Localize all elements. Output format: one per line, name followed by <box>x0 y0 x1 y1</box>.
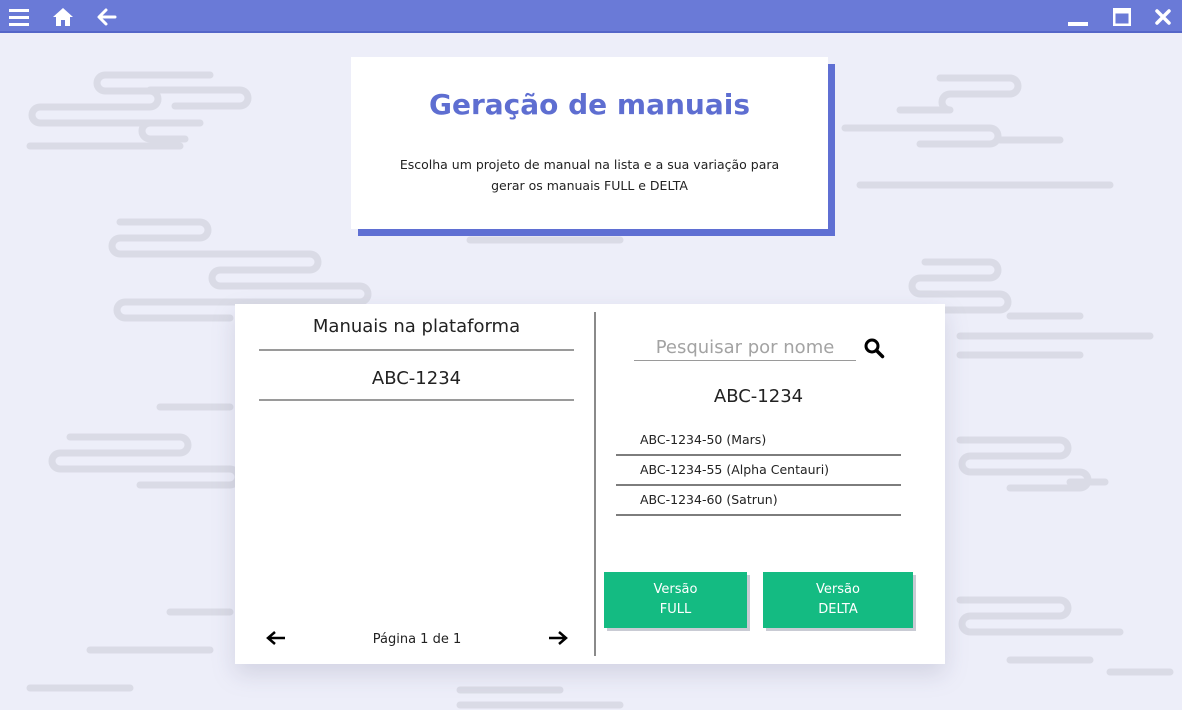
delta-version-button[interactable]: Versão DELTA <box>763 572 913 628</box>
menu-icon[interactable] <box>8 6 30 28</box>
search-icon[interactable] <box>863 337 885 359</box>
variant-item[interactable]: ABC-1234-50 (Mars) <box>616 426 901 456</box>
title-bar <box>0 0 1182 33</box>
delta-button-line1: Versão <box>816 582 860 597</box>
search-field <box>634 334 856 361</box>
full-button-line2: FULL <box>659 602 692 617</box>
minimize-icon[interactable] <box>1067 6 1089 28</box>
full-button-line1: Versão <box>653 582 698 597</box>
close-icon[interactable] <box>1152 6 1174 28</box>
home-icon[interactable] <box>52 6 74 28</box>
manuals-list-title: Manuais na plataforma <box>259 316 574 351</box>
panel-divider <box>594 312 596 656</box>
full-version-button[interactable]: Versão FULL <box>604 572 747 628</box>
pagination-label: Página 1 de 1 <box>372 632 462 647</box>
page-description: Escolha um projeto de manual na lista e … <box>399 157 780 193</box>
variant-item[interactable]: ABC-1234-55 (Alpha Centauri) <box>616 456 901 486</box>
next-page-arrow-icon[interactable] <box>548 630 568 646</box>
variant-item[interactable]: ABC-1234-60 (Satrun) <box>616 486 901 516</box>
back-arrow-icon[interactable] <box>96 6 118 28</box>
page-title: Geração de manuais <box>428 88 751 121</box>
main-panel: Manuais na plataforma ABC-1234 Página 1 … <box>235 304 945 664</box>
previous-page-arrow-icon[interactable] <box>266 630 286 646</box>
delta-button-line2: DELTA <box>818 602 858 617</box>
manual-list-item[interactable]: ABC-1234 <box>259 368 574 401</box>
header-card: Geração de manuais Escolha um projeto de… <box>351 57 828 229</box>
selected-manual-title: ABC-1234 <box>713 386 804 407</box>
maximize-icon[interactable] <box>1111 6 1133 28</box>
search-input[interactable] <box>634 334 856 360</box>
